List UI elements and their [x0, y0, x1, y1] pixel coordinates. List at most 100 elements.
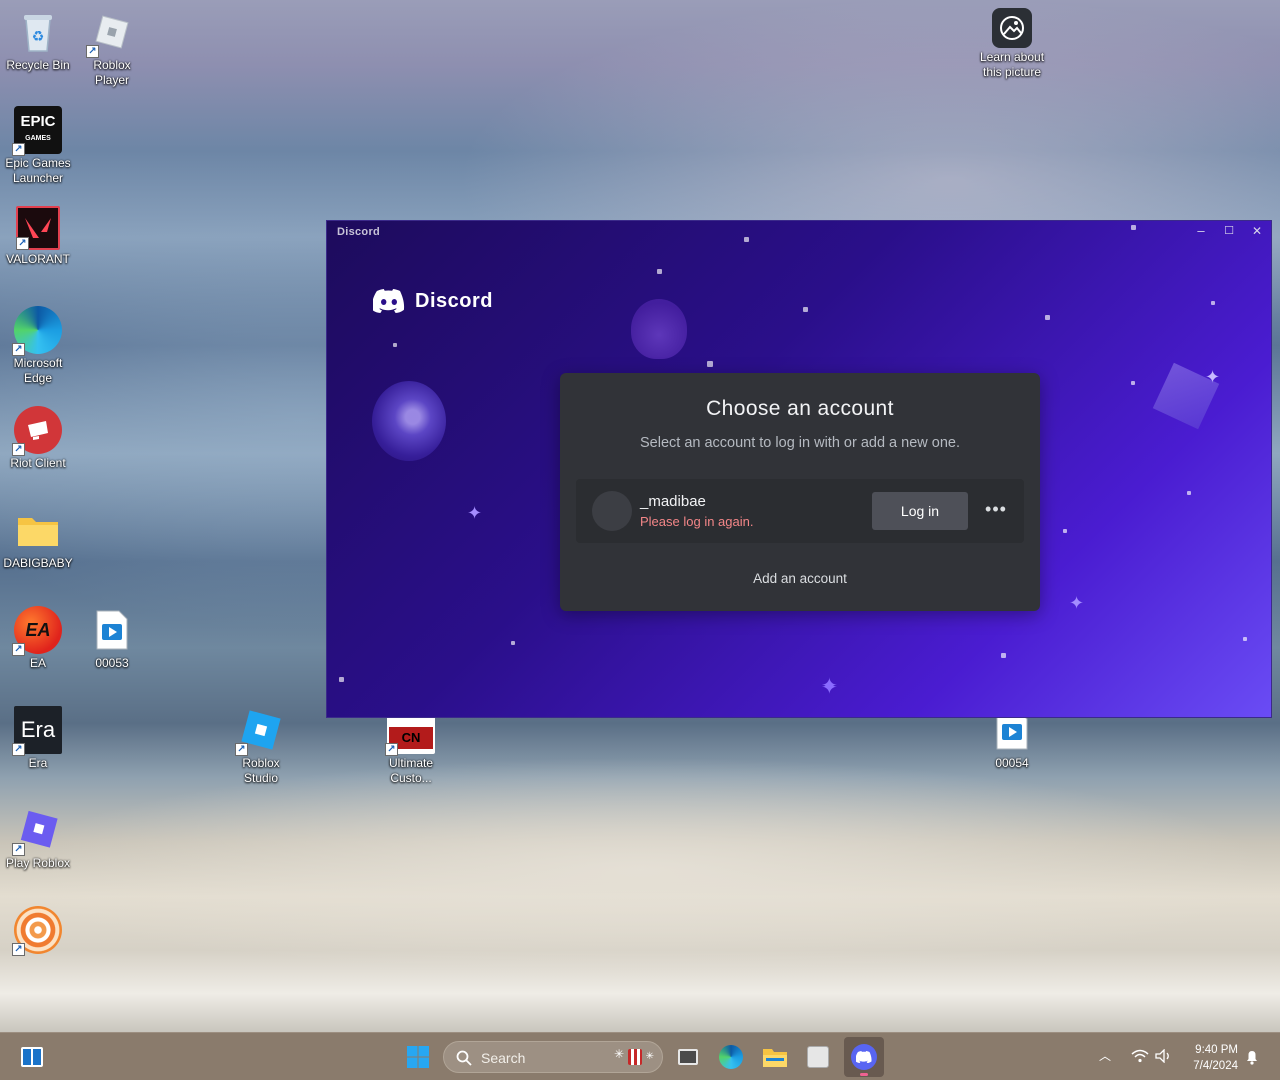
add-account-link[interactable]: Add an account [560, 571, 1040, 586]
desktop-icon-play-roblox[interactable]: ↗ Play Roblox [0, 806, 76, 871]
desktop-icon-valorant[interactable]: ↗ VALORANT [0, 206, 76, 267]
valorant-icon: ↗ [16, 206, 60, 250]
desktop-icon-ultimate-custom[interactable]: CN ↗ Ultimate Custo... [373, 706, 449, 786]
desktop-icon-riot-client[interactable]: ↗ Riot Client [0, 406, 76, 471]
windows-logo-icon [407, 1046, 429, 1068]
widgets-button[interactable] [14, 1041, 50, 1073]
desktop-icon-00053[interactable]: 00053 [74, 606, 150, 671]
icon-label: Learn about this picture [979, 50, 1045, 79]
desktop-icon-swirl-app[interactable]: ↗ [0, 906, 76, 956]
folder-icon [14, 506, 62, 554]
icon-label: Riot Client [10, 456, 66, 470]
star-decoration [803, 307, 808, 312]
star-decoration [1211, 301, 1215, 305]
app-icon [807, 1046, 829, 1068]
desktop-icon-dabigbaby-folder[interactable]: DABIGBABY [0, 506, 76, 571]
icon-label: Microsoft Edge [13, 356, 63, 385]
shortcut-arrow-icon: ↗ [385, 743, 398, 756]
widgets-icon [21, 1047, 43, 1067]
folder-icon [763, 1049, 787, 1067]
discord-logo-icon [373, 289, 405, 313]
shortcut-arrow-icon: ↗ [235, 743, 248, 756]
icon-label: 00053 [95, 656, 129, 670]
sparkle-decoration: ✦ [1069, 593, 1085, 613]
play-roblox-icon: ↗ [12, 806, 62, 856]
start-button[interactable] [400, 1041, 436, 1073]
clock-date: 7/4/2024 [1193, 1060, 1238, 1072]
icon-label: Ultimate Custo... [388, 756, 433, 785]
account-username: _madibae [640, 493, 706, 510]
card-subtitle: Select an account to log in with or add … [639, 435, 960, 451]
show-hidden-icons-button[interactable]: ︿ [1099, 1047, 1111, 1064]
discord-brand: Discord [373, 289, 493, 313]
chevron-up-icon: ︿ [1099, 1049, 1112, 1063]
taskbar-app[interactable] [800, 1041, 836, 1073]
active-indicator [860, 1073, 868, 1076]
minimize-button[interactable]: – [1187, 221, 1215, 243]
video-file-icon [88, 606, 136, 654]
icon-label: Era [28, 756, 48, 770]
desktop-icon-roblox-studio[interactable]: ↗ Roblox Studio [223, 706, 299, 786]
maximize-button[interactable]: ☐ [1215, 221, 1243, 243]
taskbar-clock[interactable]: 9:40 PM 7/4/2024 [1193, 1042, 1238, 1074]
notification-bell-icon[interactable] [1245, 1049, 1259, 1065]
close-button[interactable]: ✕ [1243, 221, 1271, 243]
icon-label: Play Roblox [5, 856, 71, 870]
desktop-icon-roblox-player[interactable]: ↗ Roblox Player [74, 8, 150, 88]
taskbar-file-explorer[interactable] [757, 1041, 793, 1073]
account-status: Please log in again. [640, 514, 754, 529]
icon-label: Epic Games Launcher [5, 156, 71, 185]
edge-icon: ↗ [12, 306, 62, 356]
star-decoration [1243, 637, 1247, 641]
shortcut-arrow-icon: ↗ [12, 643, 25, 656]
task-view-icon [678, 1049, 698, 1065]
shortcut-arrow-icon: ↗ [12, 343, 25, 356]
star-decoration [707, 361, 713, 367]
taskbar-search[interactable]: Search ✳ ✳ [443, 1041, 663, 1073]
desktop-icon-learn-about-picture[interactable]: Learn about this picture [972, 8, 1052, 80]
choose-account-card: Choose an account Select an account to l… [560, 373, 1040, 611]
desktop-icon-recycle-bin[interactable]: ♻ Recycle Bin [0, 8, 76, 73]
shortcut-arrow-icon: ↗ [12, 743, 25, 756]
epic-logo-subtext: GAMES [25, 134, 51, 142]
shortcut-arrow-icon: ↗ [12, 943, 25, 956]
login-button[interactable]: Log in [872, 492, 968, 530]
taskbar-edge[interactable] [713, 1041, 749, 1073]
desktop-icon-edge[interactable]: ↗ Microsoft Edge [0, 306, 76, 386]
account-row[interactable]: _madibae Please log in again. Log in ••• [576, 479, 1024, 543]
taskbar-discord[interactable] [844, 1037, 884, 1077]
icon-label: 00054 [995, 756, 1029, 770]
star-decoration [1131, 381, 1135, 385]
avatar [592, 491, 632, 531]
recycle-bin-icon: ♻ [14, 8, 62, 56]
desktop-icon-era[interactable]: Era ↗ Era [0, 706, 76, 771]
riot-fist-icon: ↗ [12, 406, 62, 456]
volume-icon[interactable] [1155, 1049, 1173, 1063]
icon-label: EA [29, 656, 46, 670]
task-view-button[interactable] [670, 1041, 706, 1073]
discord-logo-icon [851, 1044, 877, 1070]
wifi-icon[interactable] [1131, 1049, 1149, 1063]
more-options-button[interactable]: ••• [980, 499, 1012, 523]
epic-logo-text: EPIC [20, 112, 56, 130]
star-decoration [657, 269, 662, 274]
shortcut-arrow-icon: ↗ [12, 143, 25, 156]
search-icon [456, 1050, 472, 1066]
search-highlight-fireworks-icon: ✳ ✳ [614, 1047, 654, 1067]
taskbar: Search ✳ ✳ ︿ 9:40 PM 7/4/2024 [0, 1032, 1280, 1080]
roblox-player-icon: ↗ [86, 8, 136, 58]
discord-wordmark: Discord [415, 289, 493, 312]
sparkle-decoration: ✦ [821, 677, 838, 699]
icon-label: Roblox Player [93, 58, 131, 87]
desktop-icon-epic-games[interactable]: EPIC GAMES ↗ Epic Games Launcher [0, 106, 76, 186]
desktop-icon-ea[interactable]: EA ↗ EA [0, 606, 76, 671]
sparkle-decoration: ✦ [467, 503, 483, 523]
icon-label: DABIGBABY [3, 556, 73, 570]
edge-icon [719, 1045, 743, 1069]
epic-games-icon: EPIC GAMES ↗ [12, 106, 62, 156]
card-title: Choose an account [706, 397, 894, 420]
shortcut-arrow-icon: ↗ [12, 843, 25, 856]
era-icon: Era ↗ [12, 706, 62, 756]
window-titlebar[interactable]: Discord – ☐ ✕ [327, 221, 1271, 243]
discord-window: ✦ ✦ ✦ ✦ ✦ Discord – ☐ ✕ Discord Choose a… [326, 220, 1272, 718]
